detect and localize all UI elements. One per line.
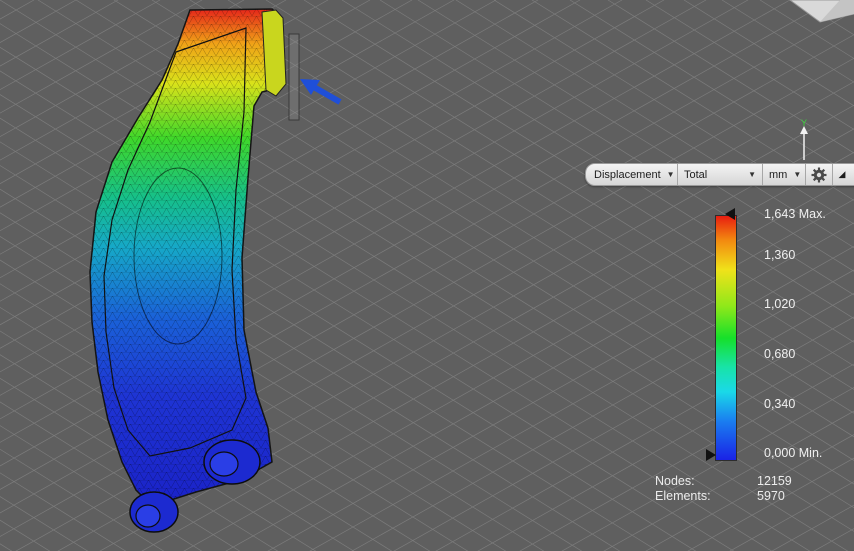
- min-marker-icon[interactable]: [706, 449, 716, 461]
- chevron-down-icon: ▼: [666, 170, 675, 179]
- component-label: Total: [684, 168, 708, 181]
- settings-button[interactable]: [806, 164, 833, 185]
- displacement-legend: 1,643 Max. 1,360 1,020 0,680 0,340 0,000…: [705, 205, 854, 465]
- legend-tick: 1,360: [764, 248, 796, 262]
- result-toolbar: Displacement ▼ Total ▼ mm ▼ ◢: [585, 163, 854, 186]
- legend-min-value: 0,000 Min.: [764, 446, 823, 460]
- elements-value: 5970: [757, 488, 785, 503]
- elements-row: Elements: 5970: [655, 488, 817, 503]
- elements-label: Elements:: [655, 488, 711, 503]
- triangle-icon: ◢: [838, 169, 846, 179]
- legend-tick: 1,020: [764, 297, 796, 311]
- result-type-label: Displacement: [594, 168, 661, 181]
- legend-tick: 0,680: [764, 347, 796, 361]
- component-dropdown[interactable]: Total ▼: [678, 164, 763, 185]
- mesh-stats: Nodes: 12159 Elements: 5970: [655, 473, 817, 503]
- nodes-value: 12159: [757, 473, 792, 488]
- result-type-dropdown[interactable]: Displacement ▼: [586, 164, 678, 185]
- view-cube[interactable]: [789, 0, 854, 23]
- chevron-down-icon: ▼: [793, 170, 802, 179]
- triad-y-label: Y: [801, 118, 807, 128]
- unit-dropdown[interactable]: mm ▼: [763, 164, 806, 185]
- unit-label: mm: [769, 168, 788, 181]
- gear-icon: [811, 167, 827, 182]
- nodes-label: Nodes:: [655, 473, 695, 488]
- legend-max-value: 1,643 Max.: [764, 207, 826, 221]
- nodes-row: Nodes: 12159: [655, 473, 817, 488]
- max-marker-icon[interactable]: [725, 208, 735, 220]
- chevron-down-icon: ▼: [748, 170, 756, 179]
- expand-button[interactable]: ◢: [833, 164, 851, 185]
- part-model[interactable]: [89, 8, 300, 533]
- color-bar: [715, 215, 737, 461]
- legend-tick: 0,340: [764, 397, 796, 411]
